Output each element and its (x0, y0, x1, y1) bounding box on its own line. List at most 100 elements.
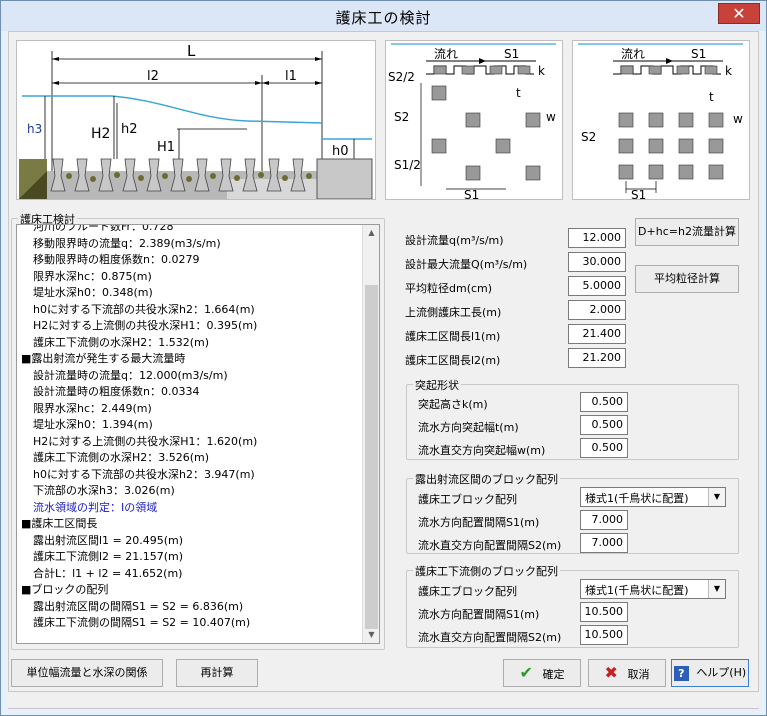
report-line: ■露出射流が発生する最大流量時 (21, 352, 186, 365)
jet-s2-field[interactable]: 7.000 (580, 533, 628, 553)
downstream-s2-field[interactable]: 10.500 (580, 625, 628, 645)
section-l2-field[interactable]: 21.200 (568, 348, 626, 368)
chevron-down-icon[interactable]: ▼ (708, 488, 725, 506)
grid-k-label: k (725, 64, 732, 78)
s1-half-label: S1/2 (394, 158, 421, 172)
report-line: 設計流量時の流量q：12.000(m3/s/m) (33, 368, 228, 382)
s2-label: S2 (394, 110, 409, 124)
protrusion-cross-width-label: 流水直交方向突起幅w(m) (418, 444, 546, 457)
report-line: 露出射流区間l1 = 20.495(m) (33, 533, 184, 547)
design-max-flow-field[interactable]: 30.000 (568, 252, 626, 272)
protrusion-height-label: 突起高さk(m) (418, 398, 488, 411)
grid-layout-diagram: 流れ S1 k S2 t w S1 (572, 40, 750, 202)
dim-l2: l2 (147, 69, 159, 84)
protrusion-flow-width-label: 流水方向突起幅t(m) (418, 421, 519, 434)
dim-H2: H2 (91, 126, 110, 142)
recalc-button[interactable]: 再計算 (176, 659, 258, 687)
downstream-s1-field[interactable]: 10.500 (580, 602, 628, 622)
help-label: ヘルプ(H) (696, 666, 747, 679)
downstream-s2-label: 流水直交方向配置間隔S2(m) (418, 631, 562, 644)
report-line: 露出射流区間の間隔S1 = S2 = 6.836(m) (33, 599, 244, 613)
report-line: h0に対する下流部の共役水深h2：3.947(m) (33, 467, 255, 481)
mean-grain-label: 平均粒径dm(cm) (405, 282, 493, 295)
downstream-arrangement-select[interactable]: 様式1(千鳥状に配置) ▼ (580, 579, 726, 599)
jet-s1-label: 流水方向配置間隔S1(m) (418, 516, 540, 529)
mean-grain-field[interactable]: 5.0000 (568, 276, 626, 296)
dialog-client: L l2 l1 h3 H2 h2 H1 h0 流れ S1 k S2/2 S2 S… (8, 31, 759, 709)
s2-half-label: S2/2 (388, 70, 415, 84)
unit-relation-button[interactable]: 単位幅流量と水深の関係 (11, 659, 163, 687)
cancel-button[interactable]: ✖ 取消 (588, 659, 666, 687)
report-line: 堤址水深h0：1.394(m) (33, 418, 153, 431)
design-flow-field[interactable]: 12.000 (568, 228, 626, 248)
check-icon: ✔ (519, 663, 533, 682)
downstream-s1-label: 流水方向配置間隔S1(m) (418, 608, 540, 621)
report-line: 護床工下流側の間隔S1 = S2 = 10.407(m) (33, 616, 251, 629)
jet-arrangement-value: 様式1(千鳥状に配置) (585, 492, 689, 505)
flow-calc-button[interactable]: D+hc=h2流量計算 (635, 218, 739, 246)
report-line: 設計流量時の粗度係数n：0.0334 (33, 385, 200, 398)
jet-arrangement-label: 護床工ブロック配列 (418, 493, 517, 506)
window-title: 護床工の検討 (335, 9, 432, 27)
profile-svg: L l2 l1 h3 H2 h2 H1 h0 (19, 42, 373, 200)
dim-H1: H1 (157, 140, 175, 155)
help-icon: ? (673, 665, 689, 681)
report-line: H2に対する上流側の共役水深H1：0.395(m) (33, 319, 258, 332)
section-l1-field[interactable]: 21.400 (568, 324, 626, 344)
dim-h2: h2 (121, 122, 138, 137)
design-max-flow-label: 設計最大流量Q(m³/s/m) (405, 258, 528, 271)
title-bar: 護床工の検討 ✕ (1, 1, 766, 31)
report-line: 移動限界時の流量q：2.389(m3/s/m) (33, 236, 221, 250)
w-label: w (546, 110, 556, 124)
help-button[interactable]: ? ヘルプ(H) (671, 659, 749, 687)
dim-h0: h0 (332, 144, 349, 159)
protrusion-cross-width-field[interactable]: 0.500 (580, 438, 628, 458)
downstream-arrangement-value: 様式1(千鳥状に配置) (585, 584, 689, 597)
grid-s2-label: S2 (581, 130, 596, 144)
report-line: 護床工下流側l2 = 21.157(m) (33, 550, 184, 563)
report-textbox[interactable]: 河川のフルード数Fr：0.728 移動限界時の流量q：2.389(m3/s/m) 移… (16, 224, 380, 644)
status-bar (8, 691, 759, 708)
protrusion-height-field[interactable]: 0.500 (580, 392, 628, 412)
report-line: ■ブロックの配列 (21, 583, 109, 596)
scroll-up-icon[interactable]: ▲ (363, 225, 379, 241)
grid-s1-top-label: S1 (691, 47, 706, 61)
report-line: ■護床工区間長 (21, 517, 98, 530)
protrusion-group-title: 突起形状 (413, 377, 461, 393)
scroll-down-icon[interactable]: ▼ (363, 627, 379, 643)
jet-s1-field[interactable]: 7.000 (580, 510, 628, 530)
ok-label: 確定 (542, 668, 565, 681)
report-line: 合計L：l1 + l2 = 41.652(m) (33, 566, 183, 580)
grid-svg: 流れ S1 k S2 t w S1 (578, 43, 743, 202)
report-lines: 河川のフルード数Fr：0.728 移動限界時の流量q：2.389(m3/s/m) 移… (21, 224, 258, 632)
protrusion-flow-width-field[interactable]: 0.500 (580, 415, 628, 435)
design-flow-label: 設計流量q(m³/s/m) (405, 234, 504, 247)
downstream-arrangement-label: 護床工ブロック配列 (418, 585, 517, 598)
grain-calc-button[interactable]: 平均粒径計算 (635, 265, 739, 293)
scroll-thumb[interactable] (365, 285, 378, 629)
grid-t-label: t (709, 90, 714, 104)
profile-diagram: L l2 l1 h3 H2 h2 H1 h0 (16, 40, 376, 200)
dim-l1: l1 (285, 69, 297, 84)
grid-s1-bottom-label: S1 (631, 188, 646, 199)
report-line: 堤址水深h0：0.348(m) (33, 286, 153, 299)
ok-button[interactable]: ✔ 確定 (503, 659, 581, 687)
grid-flow-label: 流れ (621, 47, 645, 61)
downstream-section-title: 護床工下流側のブロック配列 (413, 563, 560, 579)
cancel-label: 取消 (627, 668, 650, 681)
jet-arrangement-select[interactable]: 様式1(千鳥状に配置) ▼ (580, 487, 726, 507)
report-scrollbar[interactable]: ▲ ▼ (362, 225, 379, 643)
grid-w-label: w (733, 112, 743, 126)
cancel-x-icon: ✖ (604, 663, 618, 682)
upstream-length-field[interactable]: 2.000 (568, 300, 626, 320)
close-button[interactable]: ✕ (718, 3, 760, 24)
s1-bottom-label: S1 (464, 188, 479, 199)
chevron-down-icon[interactable]: ▼ (708, 580, 725, 598)
report-line: 河川のフルード数Fr：0.728 (33, 224, 174, 233)
report-line: 護床工下流側の水深H2：3.526(m) (33, 451, 210, 464)
report-line: 護床工下流側の水深H2：1.532(m) (33, 335, 210, 349)
report-line: 流水領域の判定：Iの領域 (33, 500, 158, 514)
k-label: k (538, 64, 545, 78)
dim-L: L (187, 42, 196, 60)
report-line: 限界水深hc：0.875(m) (33, 269, 152, 283)
